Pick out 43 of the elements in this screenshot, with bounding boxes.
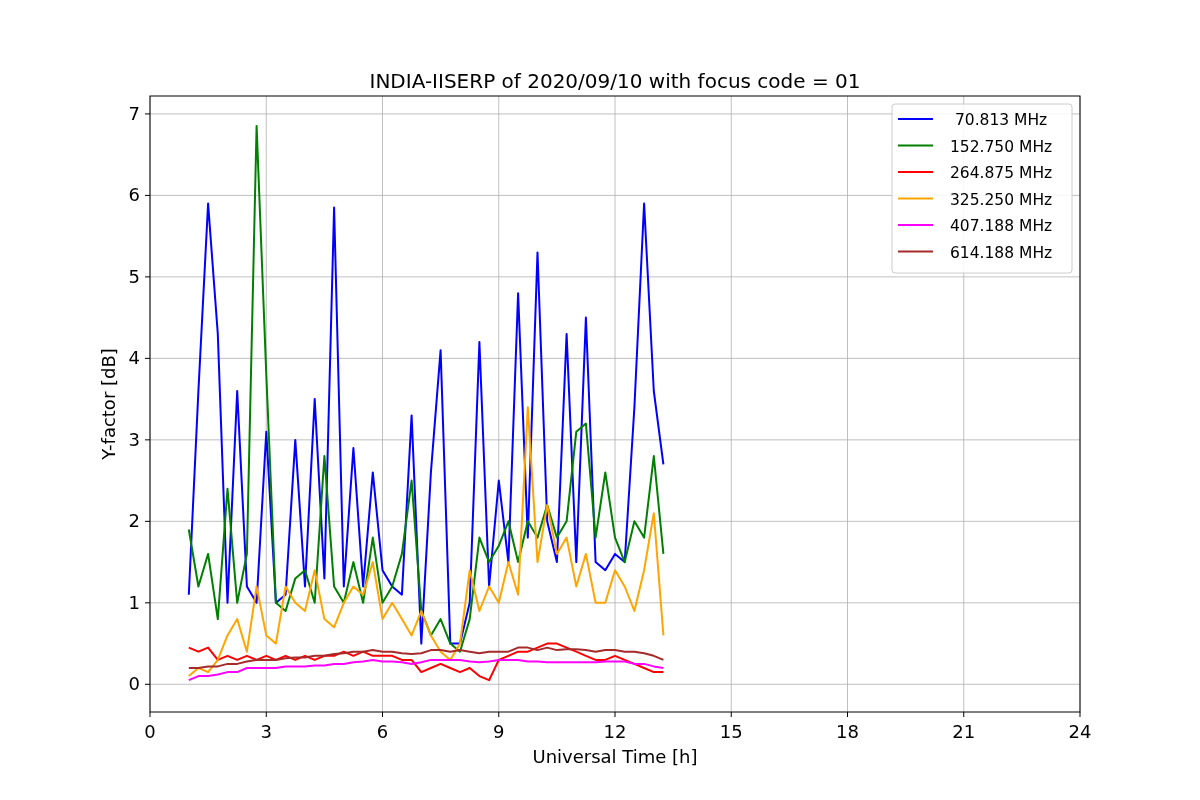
- tick-mark: [144, 439, 151, 441]
- tick-mark: [382, 711, 383, 718]
- legend-label: 264.875 MHz: [950, 164, 1053, 182]
- tick-mark: [144, 276, 151, 278]
- y-tick-label: 0: [128, 673, 140, 695]
- legend-label: 407.188 MHz: [950, 217, 1053, 235]
- legend-label: 152.750 MHz: [950, 137, 1053, 156]
- tick-mark: [614, 711, 616, 718]
- x-tick-label: 15: [719, 721, 743, 742]
- y-tick-label: 2: [128, 510, 140, 532]
- x-tick-label: 24: [1068, 721, 1092, 742]
- tick-mark: [144, 683, 151, 685]
- tick-mark: [847, 711, 848, 718]
- x-tick-label: 9: [493, 721, 505, 742]
- tick-mark: [265, 711, 267, 718]
- tick-mark: [144, 113, 151, 115]
- y-tick-label: 4: [128, 347, 140, 369]
- y-tick-label: 6: [128, 184, 140, 206]
- y-tick-label: 5: [128, 265, 140, 287]
- y-axis-label: Y-factor [dB]: [98, 348, 119, 460]
- legend-label: 70.813 MHz: [954, 111, 1048, 129]
- tick-mark: [1079, 711, 1081, 718]
- tick-mark: [144, 357, 151, 359]
- x-tick-label: 21: [952, 721, 976, 742]
- x-tick-label: 12: [603, 721, 627, 742]
- x-tick-label: 18: [836, 721, 859, 742]
- tick-mark: [144, 194, 151, 196]
- y-tick-label: 7: [128, 102, 140, 124]
- legend-label: 325.250 MHz: [950, 190, 1053, 209]
- tick-mark: [963, 711, 965, 718]
- tick-mark: [730, 711, 732, 718]
- tick-mark: [498, 711, 500, 718]
- x-axis-label: Universal Time [h]: [532, 746, 698, 767]
- y-tick-label: 1: [128, 591, 140, 613]
- x-tick-label: 6: [376, 721, 389, 742]
- tick-mark: [149, 711, 151, 718]
- tick-mark: [144, 520, 151, 522]
- tick-mark: [144, 602, 151, 604]
- chart-title: INDIA-IISERP of 2020/09/10 with focus code = 01: [369, 69, 861, 93]
- x-tick-label: 3: [260, 721, 272, 742]
- legend-label: 614.188 MHz: [950, 243, 1053, 262]
- y-tick-label: 3: [128, 428, 140, 450]
- x-tick-label: 0: [144, 721, 156, 742]
